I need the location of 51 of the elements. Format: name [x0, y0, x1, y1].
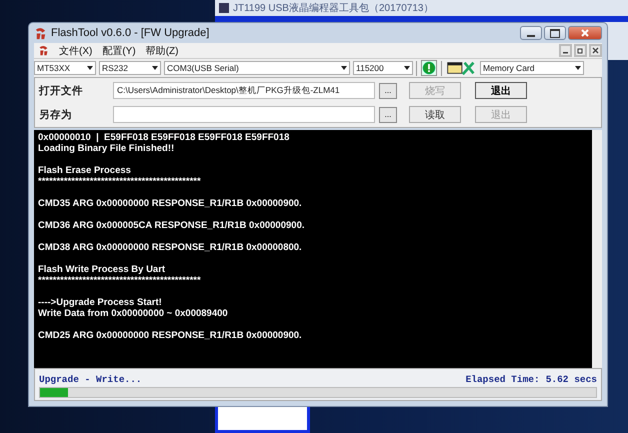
action-button[interactable]: 读取 [409, 106, 461, 123]
log-line: Loading Binary File Finished!! [38, 143, 176, 154]
minimize-icon[interactable] [559, 44, 572, 57]
app-logo-icon [34, 26, 47, 40]
log-line: CMD25 ARG 0x00000000 RESPONSE_R1/R1B 0x00000900. [38, 330, 303, 341]
log-line: Flash Erase Process [38, 165, 132, 176]
dropdown[interactable]: COM3(USB Serial) [164, 61, 350, 75]
close-button[interactable] [568, 26, 602, 40]
field-label: 打开文件 [39, 84, 84, 98]
menu-item[interactable]: 文件(X) [59, 44, 92, 58]
browse-button[interactable]: ... [379, 106, 397, 122]
dropdown[interactable]: 115200 [353, 61, 413, 75]
elapsed-label: Elapsed Time: [466, 374, 540, 384]
close-icon[interactable] [589, 44, 602, 57]
log-line: ******************************************** [38, 176, 202, 187]
alert-circle-icon[interactable] [420, 60, 438, 76]
card-tool-icon[interactable] [445, 60, 477, 76]
log-line: CMD38 ARG 0x00000000 RESPONSE_R1/R1B 0x00000800. [38, 242, 303, 253]
app-logo-icon [38, 45, 49, 56]
window-title: FlashTool v0.6.0 - [FW Upgrade] [51, 27, 210, 39]
field-label: 另存为 [39, 108, 73, 122]
window-title: JT1199 USB液晶编程器工具包（20170713） [233, 2, 434, 15]
caret-icon [575, 66, 581, 70]
dropdown[interactable]: MT53XX [34, 61, 96, 75]
caret-icon [341, 66, 347, 70]
caret-icon [87, 66, 93, 70]
menu-item[interactable]: 配置(Y) [102, 44, 136, 58]
restore-icon[interactable] [574, 44, 587, 57]
action-button[interactable]: 退出 [475, 82, 527, 99]
caret-icon [152, 66, 158, 70]
log-line: Flash Write Process By Uart [38, 264, 166, 275]
path-field[interactable] [113, 106, 375, 123]
minimize-button[interactable] [520, 26, 542, 40]
log-line: CMD36 ARG 0x000005CA RESPONSE_R1/R1B 0x00000900. [38, 220, 306, 231]
menu-item[interactable]: 帮助(Z) [146, 44, 178, 58]
status-text: Upgrade - Write... [39, 374, 143, 384]
log-line: CMD35 ARG 0x00000000 RESPONSE_R1/R1B 0x00000900. [38, 198, 303, 209]
log-line: 0x00000010 | E59FF018 E59FF018 E59FF018 E59FF018 [38, 132, 290, 143]
scrollbar[interactable] [592, 130, 602, 368]
log-line: ******************************************** [38, 275, 202, 286]
log-line: Write Data from 0x00000000 ~ 0x00089400 [38, 308, 229, 319]
app-icon [219, 3, 229, 13]
log-line: ---->Upgrade Process Start! [38, 297, 163, 308]
dropdown[interactable]: Memory Card [480, 61, 584, 75]
path-field[interactable]: C:\Users\Administrator\Desktop\整机厂PKG升级包-ZLM41 [113, 82, 375, 99]
close-icon [580, 28, 590, 38]
caret-icon [404, 66, 410, 70]
maximize-button[interactable] [544, 26, 566, 40]
browse-button[interactable]: ... [379, 82, 397, 98]
elapsed-value: 5.62 secs [546, 374, 597, 384]
dropdown[interactable]: RS232 [99, 61, 161, 75]
